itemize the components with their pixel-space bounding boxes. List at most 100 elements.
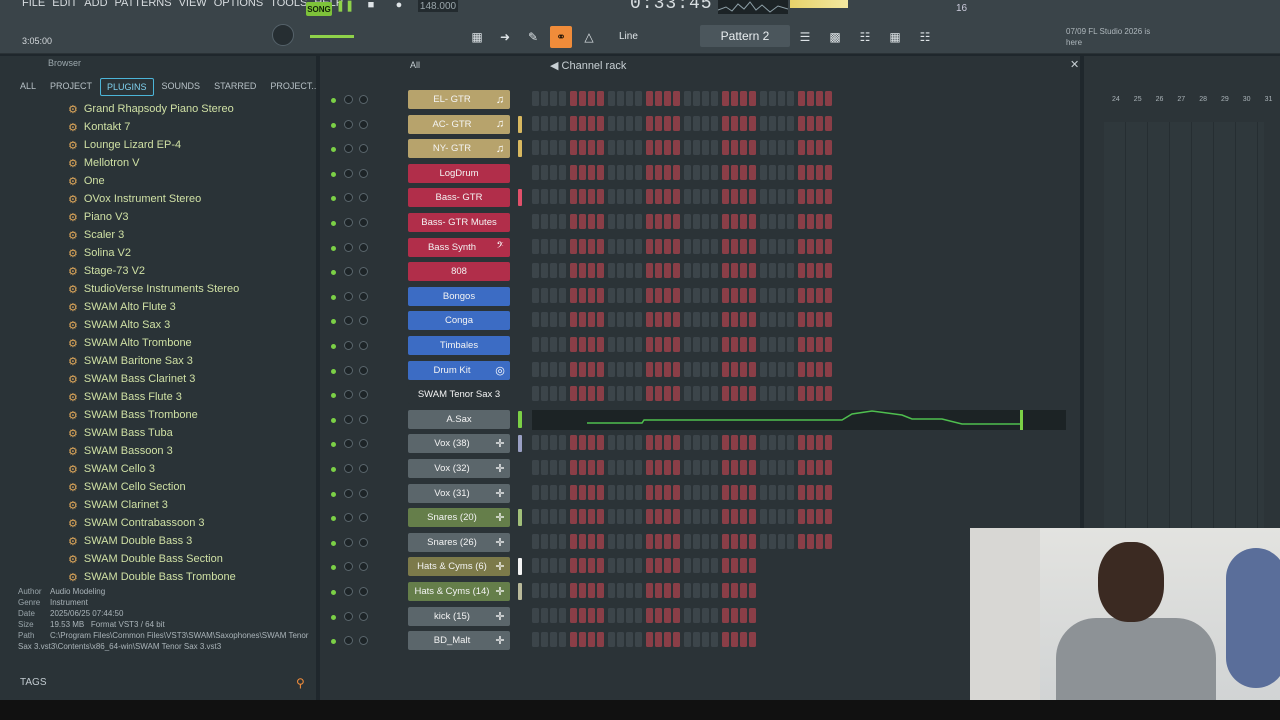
step-button[interactable]: [550, 287, 557, 303]
step-button[interactable]: [626, 607, 633, 623]
channel-button[interactable]: Snares (26) ✛: [408, 532, 510, 552]
channel-button[interactable]: A.Sax: [408, 409, 510, 429]
step-button[interactable]: [550, 263, 557, 279]
step-button[interactable]: [749, 91, 756, 106]
step-button[interactable]: [749, 214, 756, 229]
step-button[interactable]: [579, 91, 586, 106]
channel-button[interactable]: Drum Kit ◎: [408, 360, 510, 380]
step-button[interactable]: [816, 386, 823, 402]
step-button[interactable]: [570, 337, 577, 352]
step-button[interactable]: [760, 214, 767, 229]
step-button[interactable]: [787, 189, 794, 205]
step-button[interactable]: [722, 632, 729, 648]
step-button[interactable]: [550, 238, 557, 254]
step-button[interactable]: [825, 312, 832, 328]
step-button[interactable]: [646, 337, 653, 352]
step-button[interactable]: [608, 632, 615, 648]
browser-tab[interactable]: PROJECT: [44, 78, 98, 96]
step-button[interactable]: [731, 214, 738, 229]
step-button[interactable]: [646, 189, 653, 205]
step-button[interactable]: [559, 287, 566, 303]
step-button[interactable]: [807, 91, 814, 106]
step-button[interactable]: [673, 558, 680, 574]
step-button[interactable]: [579, 263, 586, 279]
step-button[interactable]: [825, 164, 832, 180]
step-button[interactable]: [579, 509, 586, 525]
mute-led[interactable]: [331, 171, 336, 177]
step-button[interactable]: [673, 91, 680, 106]
plugin-item[interactable]: ⚙ SWAM Alto Flute 3: [68, 298, 239, 316]
step-button[interactable]: [655, 337, 662, 352]
piano-roll-icon[interactable]: ▩: [824, 26, 846, 48]
step-button[interactable]: [711, 337, 718, 352]
step-button[interactable]: [646, 312, 653, 328]
step-button[interactable]: [532, 607, 539, 623]
step-button[interactable]: [541, 460, 548, 475]
mixer-track-box[interactable]: [378, 240, 396, 254]
step-button[interactable]: [760, 164, 767, 180]
step-button[interactable]: [816, 337, 823, 352]
step-button[interactable]: [684, 484, 691, 500]
step-button[interactable]: [769, 115, 776, 131]
step-button[interactable]: [626, 386, 633, 402]
channel-button[interactable]: Snares (20) ✛: [408, 508, 510, 528]
mixer-track-box[interactable]: [378, 436, 396, 450]
step-button[interactable]: [635, 583, 642, 598]
step-button[interactable]: [664, 509, 671, 525]
step-button[interactable]: [684, 263, 691, 279]
step-button[interactable]: [740, 533, 747, 549]
step-button[interactable]: [559, 91, 566, 106]
volume-knob[interactable]: [359, 513, 368, 523]
step-button[interactable]: [579, 583, 586, 598]
step-button[interactable]: [673, 189, 680, 205]
step-button[interactable]: [579, 460, 586, 475]
step-button[interactable]: [532, 91, 539, 106]
step-button[interactable]: [664, 583, 671, 598]
step-button[interactable]: [740, 91, 747, 106]
pattern-selector[interactable]: Pattern 2: [700, 25, 790, 47]
plugin-item[interactable]: ⚙ SWAM Contrabassoon 3: [68, 514, 239, 532]
step-button[interactable]: [559, 140, 566, 156]
step-button[interactable]: [646, 435, 653, 451]
step-button[interactable]: [608, 263, 615, 279]
channel-select-bar[interactable]: [518, 558, 522, 576]
mixer-track-box[interactable]: [378, 264, 396, 278]
step-button[interactable]: [731, 164, 738, 180]
step-button[interactable]: [617, 460, 624, 475]
channel-select-bar[interactable]: [518, 115, 522, 133]
step-button[interactable]: [816, 460, 823, 475]
step-button[interactable]: [588, 361, 595, 377]
pan-knob[interactable]: [344, 513, 353, 523]
step-button[interactable]: [778, 312, 785, 328]
step-button[interactable]: [532, 238, 539, 254]
step-button[interactable]: [702, 583, 709, 598]
step-button[interactable]: [816, 91, 823, 106]
step-button[interactable]: [693, 263, 700, 279]
step-button[interactable]: [550, 214, 557, 229]
step-button[interactable]: [693, 435, 700, 451]
step-button[interactable]: [673, 312, 680, 328]
step-button[interactable]: [635, 632, 642, 648]
step-button[interactable]: [617, 558, 624, 574]
channel-button[interactable]: Hats & Cyms (14) ✛: [408, 582, 510, 601]
step-button[interactable]: [702, 509, 709, 525]
mixer-track-box[interactable]: [378, 387, 396, 401]
step-button[interactable]: [597, 214, 604, 229]
mute-led[interactable]: [331, 639, 336, 645]
plugin-item[interactable]: ⚙ SWAM Bassoon 3: [68, 442, 239, 460]
step-button[interactable]: [731, 386, 738, 402]
step-button[interactable]: [798, 238, 805, 254]
mute-led[interactable]: [331, 98, 336, 103]
step-button[interactable]: [702, 214, 709, 229]
mute-led[interactable]: [331, 491, 336, 497]
step-button[interactable]: [646, 214, 653, 229]
keyboard-icon[interactable]: ▦: [466, 26, 488, 48]
mixer-track-box[interactable]: [378, 215, 396, 229]
step-button[interactable]: [731, 484, 738, 500]
step-button[interactable]: [740, 607, 747, 623]
step-button[interactable]: [816, 214, 823, 229]
step-button[interactable]: [760, 287, 767, 303]
step-button[interactable]: [579, 287, 586, 303]
step-button[interactable]: [617, 484, 624, 500]
pan-knob[interactable]: [344, 341, 353, 350]
